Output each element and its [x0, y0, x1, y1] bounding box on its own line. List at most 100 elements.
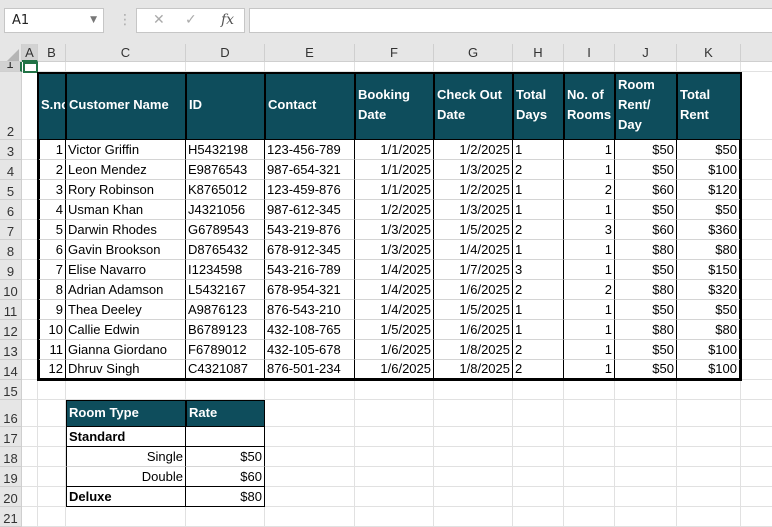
table-cell[interactable]: 678-912-345	[265, 240, 355, 260]
grid-cell[interactable]	[434, 507, 513, 527]
grid-cell[interactable]	[677, 400, 741, 427]
table-cell[interactable]: 876-543-210	[265, 300, 355, 320]
table-cell[interactable]: Gianna Giordano	[66, 340, 186, 360]
grid-cell[interactable]	[615, 427, 677, 447]
table-cell[interactable]: Darwin Rhodes	[66, 220, 186, 240]
rate-cell[interactable]	[186, 427, 265, 447]
row-header-3[interactable]: 3	[0, 140, 22, 160]
table-cell[interactable]: 2	[513, 360, 564, 380]
row-header-5[interactable]: 5	[0, 180, 22, 200]
table-cell[interactable]: $60	[615, 220, 677, 240]
grid-cell[interactable]	[22, 320, 38, 340]
row-header-7[interactable]: 7	[0, 220, 22, 240]
table-cell[interactable]: $80	[677, 240, 741, 260]
grid-cell[interactable]	[741, 140, 772, 160]
table-cell[interactable]: Gavin Brookson	[66, 240, 186, 260]
table-cell[interactable]: $80	[615, 320, 677, 340]
grid-cell[interactable]	[38, 380, 66, 400]
table-cell[interactable]: $120	[677, 180, 741, 200]
grid-cell[interactable]	[355, 487, 434, 507]
selected-cell-A1[interactable]	[23, 62, 38, 73]
table-cell[interactable]: 1/1/2025	[355, 160, 434, 180]
table-cell[interactable]: $320	[677, 280, 741, 300]
table-cell[interactable]: 1	[564, 160, 615, 180]
table-cell[interactable]: 1	[513, 320, 564, 340]
grid-cell[interactable]	[615, 380, 677, 400]
row-header-15[interactable]: 15	[0, 380, 22, 400]
table-cell[interactable]: 987-654-321	[265, 160, 355, 180]
table-cell[interactable]: D8765432	[186, 240, 265, 260]
grid-cell[interactable]	[22, 360, 38, 380]
grid-cell[interactable]	[677, 447, 741, 467]
table-cell[interactable]: F6789012	[186, 340, 265, 360]
row-header-11[interactable]: 11	[0, 300, 22, 320]
table-cell[interactable]: 2	[564, 180, 615, 200]
grid-cell[interactable]	[22, 427, 38, 447]
table-cell[interactable]: 1	[513, 300, 564, 320]
grid-cell[interactable]	[22, 340, 38, 360]
table-cell[interactable]: $100	[677, 340, 741, 360]
table-cell[interactable]: 1/2/2025	[434, 180, 513, 200]
table-cell[interactable]: 1/3/2025	[434, 160, 513, 180]
grid-cell[interactable]	[186, 507, 265, 527]
grid-cell[interactable]	[741, 360, 772, 380]
grid-cell[interactable]	[741, 160, 772, 180]
table-cell[interactable]: $50	[615, 300, 677, 320]
table-cell[interactable]: 2	[564, 280, 615, 300]
row-header-4[interactable]: 4	[0, 160, 22, 180]
grid-cell[interactable]	[355, 62, 434, 72]
grid-cell[interactable]	[564, 400, 615, 427]
column-header-K[interactable]: K	[677, 44, 741, 62]
column-header-C[interactable]: C	[66, 44, 186, 62]
table-cell[interactable]: 1	[564, 340, 615, 360]
table-cell[interactable]: 1	[513, 200, 564, 220]
table-cell[interactable]: 1/5/2025	[434, 300, 513, 320]
table-cell[interactable]: Victor Griffin	[66, 140, 186, 160]
column-header-G[interactable]: G	[434, 44, 513, 62]
grid-cell[interactable]	[513, 380, 564, 400]
grid-cell[interactable]	[22, 300, 38, 320]
grid-cell[interactable]	[434, 467, 513, 487]
column-header-I[interactable]: I	[564, 44, 615, 62]
rate-cell[interactable]: $60	[186, 467, 265, 487]
column-header-E[interactable]: E	[265, 44, 355, 62]
formula-bar[interactable]	[249, 8, 772, 33]
grid-cell[interactable]	[615, 487, 677, 507]
table-cell[interactable]: Adrian Adamson	[66, 280, 186, 300]
grid-cell[interactable]	[741, 427, 772, 447]
grid-cell[interactable]	[513, 487, 564, 507]
rate-cell[interactable]: Deluxe	[66, 487, 186, 507]
table-cell[interactable]: $50	[615, 340, 677, 360]
grid-cell[interactable]	[265, 487, 355, 507]
table-cell[interactable]: A9876123	[186, 300, 265, 320]
grid-cell[interactable]	[22, 260, 38, 280]
insert-function-icon[interactable]: fx	[221, 12, 234, 28]
row-header-2[interactable]: 2	[0, 72, 22, 140]
grid-cell[interactable]	[355, 467, 434, 487]
table-cell[interactable]: $80	[615, 240, 677, 260]
table-cell[interactable]: $50	[615, 360, 677, 380]
table-cell[interactable]: 1/3/2025	[434, 200, 513, 220]
row-header-17[interactable]: 17	[0, 427, 22, 447]
grid-cell[interactable]	[513, 62, 564, 72]
column-header-H[interactable]: H	[513, 44, 564, 62]
table-cell[interactable]: 432-108-765	[265, 320, 355, 340]
grid-cell[interactable]	[22, 160, 38, 180]
grid-cell[interactable]	[513, 447, 564, 467]
table-cell[interactable]: L5432167	[186, 280, 265, 300]
row-header-16[interactable]: 16	[0, 400, 22, 427]
table-cell[interactable]: 6	[38, 240, 66, 260]
rate-cell[interactable]: $80	[186, 487, 265, 507]
grid-cell[interactable]	[741, 467, 772, 487]
grid-cell[interactable]	[741, 400, 772, 427]
grid-cell[interactable]	[66, 380, 186, 400]
grid-cell[interactable]	[22, 447, 38, 467]
table-cell[interactable]: 1	[564, 320, 615, 340]
table-cell[interactable]: 1	[564, 200, 615, 220]
grid-cell[interactable]	[741, 447, 772, 467]
grid-cell[interactable]	[66, 507, 186, 527]
table-cell[interactable]: $50	[677, 200, 741, 220]
grid-cell[interactable]	[741, 340, 772, 360]
table-cell[interactable]: 1/4/2025	[355, 280, 434, 300]
table-cell[interactable]: 7	[38, 260, 66, 280]
